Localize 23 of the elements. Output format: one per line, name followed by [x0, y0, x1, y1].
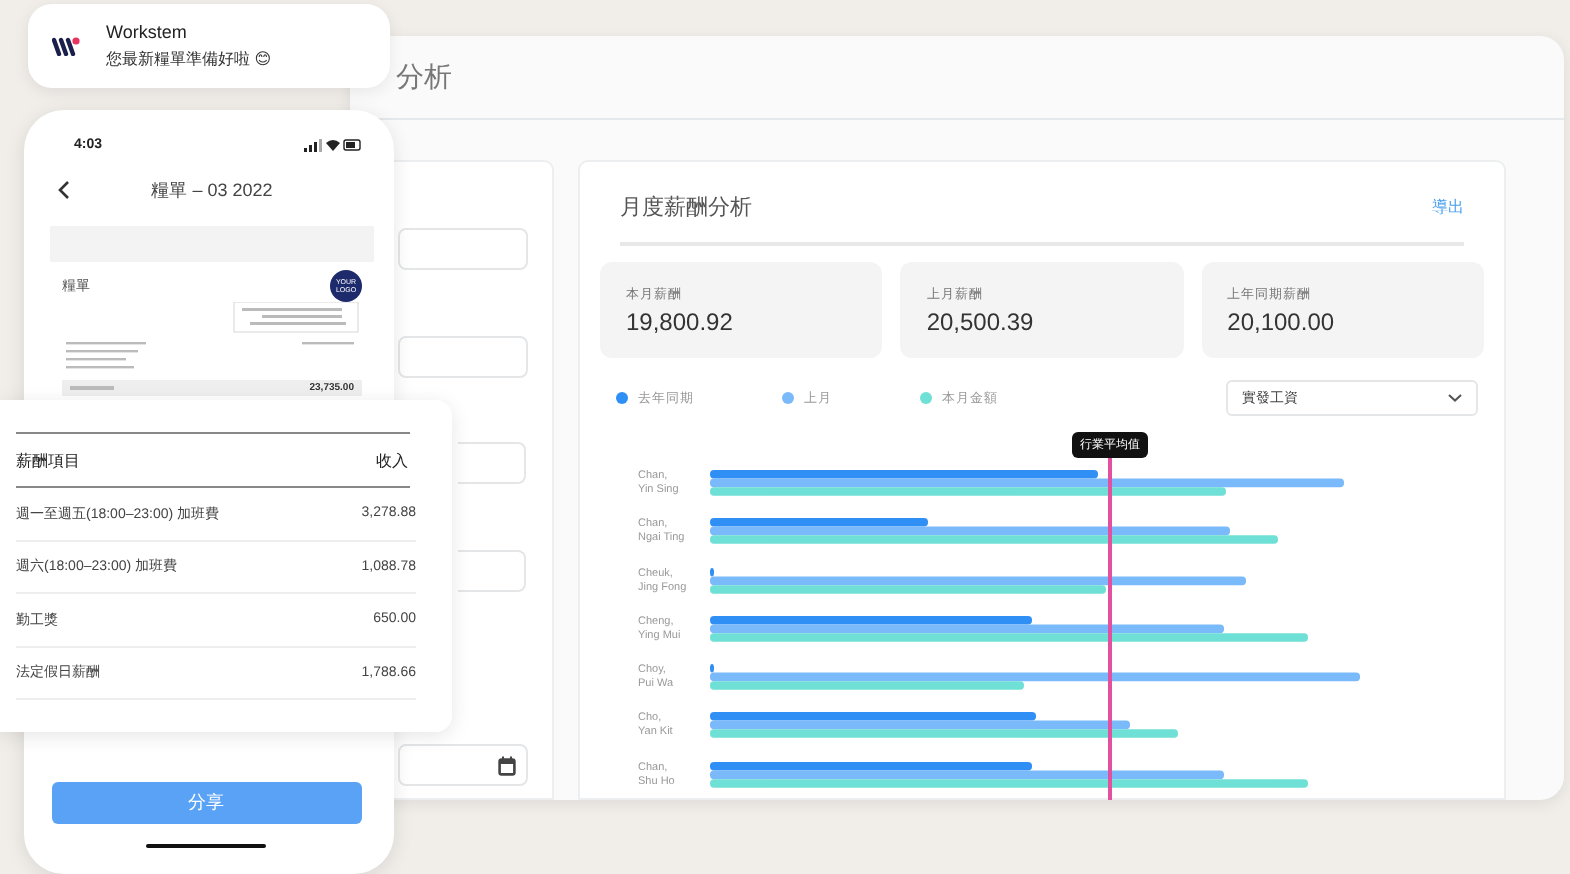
notification-app: Workstem — [106, 22, 189, 42]
screen-title: 糧單 – 03 2022 — [151, 177, 273, 203]
page-title: 分析 — [396, 59, 452, 95]
share-button[interactable]: 分享 — [51, 782, 361, 824]
back-icon[interactable] — [58, 180, 70, 200]
stat-value: 20,100.00 — [1227, 307, 1337, 335]
date-field[interactable] — [398, 744, 528, 786]
input-field[interactable] — [458, 550, 526, 592]
export-link[interactable]: 導出 — [1432, 195, 1464, 217]
home-indicator — [146, 844, 266, 848]
card-title: 月度薪酬分析 — [620, 193, 752, 221]
calendar-icon — [498, 755, 516, 775]
input-field[interactable] — [398, 336, 528, 378]
notification-message: 您最新糧單準備好啦 😊 — [106, 48, 272, 70]
column-header: 收入 — [376, 449, 408, 471]
app-logo-icon — [52, 36, 80, 56]
input-field[interactable] — [398, 228, 528, 270]
stat-value: 20,500.39 — [926, 307, 1036, 335]
input-field[interactable] — [458, 442, 526, 484]
status-icons — [304, 137, 364, 151]
chevron-down-icon — [1448, 394, 1462, 402]
column-header: 薪酬項目 — [16, 449, 80, 471]
stat-value: 19,800.92 — [626, 307, 735, 335]
